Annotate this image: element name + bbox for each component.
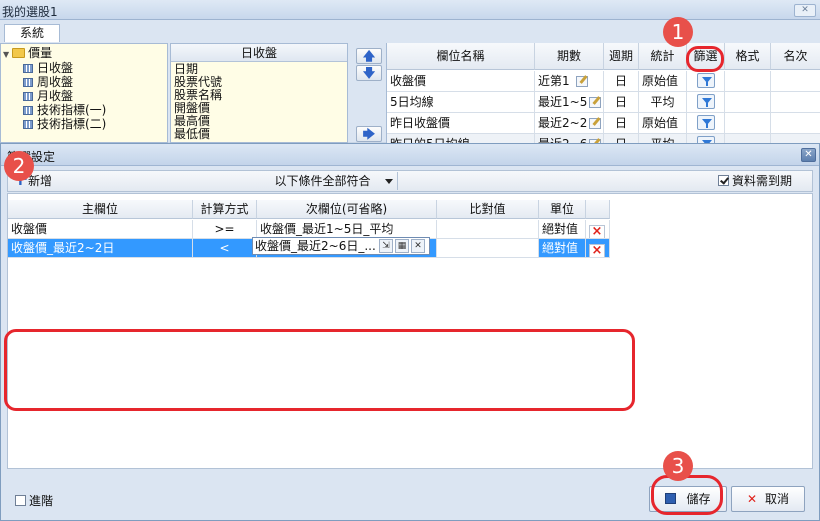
cell-cycle[interactable]: 日 xyxy=(604,71,639,92)
cell-format[interactable] xyxy=(725,71,771,92)
cond-delete-cell: × xyxy=(586,220,610,239)
filter-icon[interactable] xyxy=(696,115,715,130)
edit-icon[interactable] xyxy=(589,118,602,129)
cell-format[interactable] xyxy=(725,113,771,134)
move-right-button[interactable]: 🡆 xyxy=(356,126,382,142)
col-header-operator: 計算方式 xyxy=(193,200,257,219)
delete-icon[interactable]: × xyxy=(589,244,605,257)
field-list: 日收盤 日期 股票代號 股票名稱 開盤價 最高價 最低價 xyxy=(170,43,348,143)
cell-field-name[interactable]: 收盤價 xyxy=(387,71,535,92)
tree-item-daily-close[interactable]: 日收盤 xyxy=(23,61,73,75)
cancel-x-icon: ✕ xyxy=(746,492,758,506)
pick-field-icon[interactable]: ⇲ xyxy=(379,239,393,253)
table-icon xyxy=(23,78,33,87)
checkbox-unchecked-icon[interactable] xyxy=(15,495,26,506)
cond-operator[interactable]: >= xyxy=(193,220,257,239)
delete-icon[interactable]: × xyxy=(589,225,605,238)
tree-item-tech-indicator-2[interactable]: 技術指標(二) xyxy=(23,117,106,131)
step-badge-2: 2 xyxy=(4,151,34,181)
col-header-unit: 單位 xyxy=(539,200,586,219)
col-header-delete xyxy=(586,200,610,219)
col-header-cycle: 週期 xyxy=(604,43,639,70)
cond-delete-cell: × xyxy=(586,239,610,258)
dropdown-arrow-icon[interactable] xyxy=(385,179,393,184)
cell-stat[interactable]: 平均 xyxy=(639,92,687,113)
cell-rank[interactable] xyxy=(771,71,820,92)
step-badge-3: 3 xyxy=(663,451,693,481)
tree-item-weekly-close[interactable]: 周收盤 xyxy=(23,75,73,89)
cell-rank[interactable] xyxy=(771,92,820,113)
cell-stat[interactable]: 原始值 xyxy=(639,71,687,92)
cond-compare-value[interactable] xyxy=(437,220,539,239)
cond-operator[interactable]: < xyxy=(193,239,257,258)
cell-period[interactable]: 最近2~2 xyxy=(535,113,604,134)
highlight-filter-outline xyxy=(686,46,724,72)
cell-cycle[interactable]: 日 xyxy=(604,113,639,134)
col-header-format: 格式 xyxy=(725,43,771,70)
col-header-rank: 名次 xyxy=(771,43,820,70)
table-icon xyxy=(23,92,33,101)
col-header-field-name: 欄位名稱 xyxy=(387,43,535,70)
move-up-button[interactable]: 🡅 xyxy=(356,48,382,64)
clear-icon[interactable]: ✕ xyxy=(411,239,425,253)
highlight-save-outline xyxy=(651,475,723,515)
edit-icon[interactable] xyxy=(575,76,588,87)
edit-icon[interactable] xyxy=(589,97,602,108)
cond-unit[interactable]: 絕對值 xyxy=(539,220,586,239)
filter-icon[interactable] xyxy=(696,94,715,109)
cell-cycle[interactable]: 日 xyxy=(604,92,639,113)
bg-window-title: 我的選股1 xyxy=(2,5,58,19)
filter-icon[interactable] xyxy=(696,73,715,88)
tree-node-root[interactable]: ▼ 價量 xyxy=(3,46,52,60)
cell-filter[interactable] xyxy=(687,92,725,113)
cell-period[interactable]: 近第1 xyxy=(535,71,604,92)
folder-icon xyxy=(12,48,26,58)
field-list-header: 日收盤 xyxy=(171,44,347,62)
category-tree: ▼ 價量 日收盤 周收盤 月收盤 技術指標(一) 技術指標(二) xyxy=(0,43,168,143)
cell-format[interactable] xyxy=(725,92,771,113)
data-expire-checkbox[interactable]: 資料需到期 xyxy=(717,173,792,189)
cond-unit[interactable]: 絕對值 xyxy=(539,239,586,258)
filter-settings-dialog: 篩選設定 ✕ 新增 以下條件全部符合 資料需到期 主欄位 計算方式 次欄位(可省… xyxy=(0,143,820,521)
cond-main-field[interactable]: 收盤價_最近2~2日 xyxy=(8,239,193,258)
table-icon xyxy=(23,120,33,129)
col-header-period: 期數 xyxy=(535,43,604,70)
cell-filter[interactable] xyxy=(687,71,725,92)
cell-rank[interactable] xyxy=(771,113,820,134)
move-down-button[interactable]: 🡇 xyxy=(356,65,382,81)
cond-main-field[interactable]: 收盤價 xyxy=(8,220,193,239)
col-header-second-field: 次欄位(可省略) xyxy=(257,200,437,219)
tree-item-monthly-close[interactable]: 月收盤 xyxy=(23,89,73,103)
table-icon xyxy=(23,64,33,73)
cell-period[interactable]: 最近1~5 xyxy=(535,92,604,113)
step-badge-1: 1 xyxy=(663,17,693,47)
dialog-titlebar: 篩選設定 ✕ xyxy=(1,144,819,166)
cell-stat[interactable]: 原始值 xyxy=(639,113,687,134)
col-header-stat: 統計 xyxy=(639,43,687,70)
bg-window-close-button[interactable]: ✕ xyxy=(794,4,816,17)
field-item[interactable]: 最低價 xyxy=(174,128,210,141)
table-icon xyxy=(23,106,33,115)
highlight-conditions-outline xyxy=(4,329,635,411)
expand-arrow-icon[interactable]: ▼ xyxy=(3,50,9,59)
table-picker-icon[interactable]: ▦ xyxy=(395,239,409,253)
col-header-compare-value: 比對值 xyxy=(437,200,539,219)
dialog-close-button[interactable]: ✕ xyxy=(801,148,816,162)
selected-fields-grid: 欄位名稱 期數 週期 統計 篩選 格式 名次 收盤價 近第1 日 原始值 5日均… xyxy=(386,43,820,159)
cancel-button[interactable]: ✕ 取消 xyxy=(731,486,805,512)
advanced-checkbox[interactable]: 進階 xyxy=(15,492,53,509)
bg-window-body: 系統 ▼ 價量 日收盤 周收盤 月收盤 技術指標(一) 技術指標(二) 日收盤 日… xyxy=(0,20,820,159)
cond-compare-value[interactable] xyxy=(437,239,539,258)
match-mode-select[interactable]: 以下條件全部符合 xyxy=(248,172,398,190)
tab-system[interactable]: 系統 xyxy=(4,24,60,42)
cell-field-name[interactable]: 5日均線 xyxy=(387,92,535,113)
second-field-editor[interactable]: 收盤價_最近2~6日_... ⇲ ▦ ✕ xyxy=(252,237,430,255)
checkbox-checked-icon[interactable] xyxy=(717,175,729,186)
col-header-main-field: 主欄位 xyxy=(8,200,193,219)
dialog-toolbar: 新增 以下條件全部符合 資料需到期 xyxy=(7,169,813,192)
tree-item-tech-indicator-1[interactable]: 技術指標(一) xyxy=(23,103,106,117)
cell-field-name[interactable]: 昨日收盤價 xyxy=(387,113,535,134)
bg-window-titlebar: 我的選股1 ✕ xyxy=(0,0,820,20)
cell-filter[interactable] xyxy=(687,113,725,134)
